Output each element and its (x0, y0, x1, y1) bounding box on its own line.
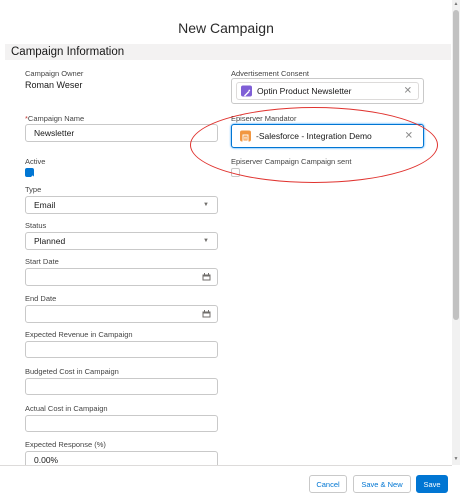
expected-revenue-label: Expected Revenue in Campaign (25, 330, 133, 339)
scrollbar[interactable]: ▲ ▼ (452, 0, 460, 465)
section-header[interactable]: Campaign Information (5, 44, 451, 60)
end-date-input[interactable] (25, 305, 218, 323)
save-button[interactable]: Save (416, 475, 448, 493)
scroll-up-icon[interactable]: ▲ (452, 0, 460, 8)
campaign-sent-label: Episerver Campaign Campaign sent (231, 157, 352, 166)
episerver-mandator-lookup[interactable]: -Salesforce - Integration Demo ✕ (231, 124, 424, 148)
episerver-mandator-value: -Salesforce - Integration Demo (256, 131, 372, 141)
new-campaign-modal: New Campaign Campaign Information Campai… (0, 0, 452, 501)
active-checkbox[interactable] (25, 168, 34, 181)
calendar-icon[interactable] (202, 273, 211, 281)
close-icon[interactable]: ✕ (404, 86, 412, 97)
save-and-new-button[interactable]: Save & New (353, 475, 411, 493)
newsletter-icon (241, 85, 252, 97)
scrollbar-thumb[interactable] (453, 10, 459, 320)
budgeted-cost-label: Budgeted Cost in Campaign (25, 367, 119, 376)
advertisement-consent-lookup[interactable]: Optin Product Newsletter ✕ (231, 78, 424, 104)
episerver-mandator-pill[interactable]: -Salesforce - Integration Demo ✕ (236, 128, 419, 144)
cancel-button[interactable]: Cancel (309, 475, 347, 493)
episerver-mandator-label: Episerver Mandator (231, 114, 297, 123)
advertisement-consent-label: Advertisement Consent (231, 69, 309, 78)
start-date-input[interactable] (25, 268, 218, 286)
scroll-down-icon[interactable]: ▼ (452, 455, 460, 463)
advertisement-consent-value: Optin Product Newsletter (257, 86, 352, 96)
type-select[interactable]: Email ▼ (25, 196, 218, 214)
status-label: Status (25, 221, 47, 230)
expected-response-label: Expected Response (%) (25, 440, 106, 449)
end-date-label: End Date (25, 294, 57, 303)
campaign-owner-value: Roman Weser (25, 80, 83, 90)
campaign-owner-label: Campaign Owner (25, 69, 84, 78)
modal-title: New Campaign (178, 20, 274, 36)
actual-cost-label: Actual Cost in Campaign (25, 404, 108, 413)
campaign-name-input[interactable]: Newsletter (25, 124, 218, 142)
chevron-down-icon: ▼ (203, 238, 209, 244)
mandator-icon (240, 130, 251, 142)
start-date-label: Start Date (25, 257, 59, 266)
campaign-name-label: *Campaign Name (25, 114, 85, 123)
budgeted-cost-input[interactable] (25, 378, 218, 395)
advertisement-consent-pill[interactable]: Optin Product Newsletter ✕ (236, 82, 419, 100)
actual-cost-input[interactable] (25, 415, 218, 432)
status-select[interactable]: Planned ▼ (25, 232, 218, 250)
checkmark-icon (27, 175, 34, 181)
active-label: Active (25, 157, 46, 166)
calendar-icon[interactable] (202, 310, 211, 318)
type-label: Type (25, 185, 42, 194)
campaign-sent-checkbox[interactable] (231, 168, 240, 177)
modal-footer: Cancel Save & New Save (0, 465, 452, 501)
close-icon[interactable]: ✕ (405, 131, 413, 142)
chevron-down-icon: ▼ (203, 202, 209, 208)
expected-revenue-input[interactable] (25, 341, 218, 358)
